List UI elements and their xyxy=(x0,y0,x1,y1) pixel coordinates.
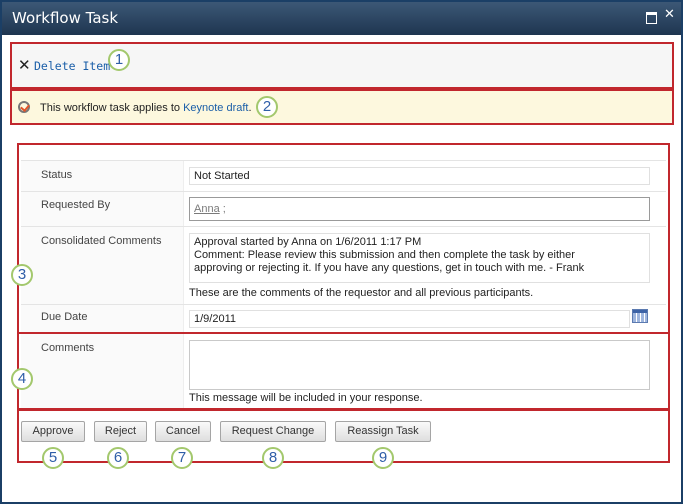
cancel-button[interactable]: Cancel xyxy=(155,421,211,442)
comments-row: Comments This message will be included i… xyxy=(21,334,666,408)
people-separator: ; xyxy=(222,203,226,215)
callout-3: 3 xyxy=(11,264,33,286)
requested-by-person[interactable]: Anna xyxy=(194,203,220,215)
x-icon[interactable]: ✕ xyxy=(18,56,31,74)
notice-text: This workflow task applies to Keynote dr… xyxy=(40,102,252,114)
requested-by-row: Requested By Anna ; xyxy=(21,191,666,226)
task-fields-section: Status Not Started Requested By Anna ; C… xyxy=(11,143,670,334)
title-bar: Workflow Task ✕ xyxy=(2,2,681,35)
due-date-row: Due Date 1/9/2011 xyxy=(21,304,666,333)
status-label: Status xyxy=(41,169,73,181)
consolidated-comments-row: Consolidated Comments Approval started b… xyxy=(21,226,666,304)
callout-4: 4 xyxy=(11,368,33,390)
callout-9: 9 xyxy=(372,447,394,469)
callout-2: 2 xyxy=(256,96,278,118)
workflow-task-icon xyxy=(18,101,30,113)
comment-line: Approval started by Anna on 1/6/2011 1:1… xyxy=(194,236,422,248)
notice-prefix: This workflow task applies to xyxy=(40,102,184,114)
delete-item-link[interactable]: Delete Item xyxy=(34,59,110,73)
approve-button[interactable]: Approve xyxy=(21,421,85,442)
callout-8: 8 xyxy=(262,447,284,469)
comment-line: approving or rejecting it. If you have a… xyxy=(194,262,585,274)
consolidated-comments-label: Consolidated Comments xyxy=(41,235,162,247)
workflow-notice: This workflow task applies to Keynote dr… xyxy=(10,89,674,125)
workflow-task-dialog: Workflow Task ✕ ✕ Delete Item 1 This wor… xyxy=(0,0,683,504)
maximize-icon[interactable] xyxy=(646,12,657,24)
callout-6: 6 xyxy=(107,447,129,469)
requested-by-label: Requested By xyxy=(41,199,111,211)
dialog-title: Workflow Task xyxy=(12,9,119,27)
dialog-content: ✕ Delete Item 1 This workflow task appli… xyxy=(2,35,681,502)
status-value: Not Started xyxy=(189,167,650,185)
reject-button[interactable]: Reject xyxy=(94,421,147,442)
consolidated-comments-box: Approval started by Anna on 1/6/2011 1:1… xyxy=(189,233,650,283)
comments-label: Comments xyxy=(41,342,95,354)
reassign-task-button[interactable]: Reassign Task xyxy=(335,421,431,442)
consolidated-comments-hint: These are the comments of the requestor … xyxy=(189,287,534,299)
notice-suffix: . xyxy=(248,102,252,114)
consolidated-comments-cell: Approval started by Anna on 1/6/2011 1:1… xyxy=(183,227,666,304)
due-date-input[interactable]: 1/9/2011 xyxy=(189,310,630,328)
calendar-icon[interactable] xyxy=(632,309,648,323)
requested-by-cell: Anna ; xyxy=(183,192,666,226)
close-icon[interactable]: ✕ xyxy=(664,7,675,22)
comments-section: Comments This message will be included i… xyxy=(11,332,670,410)
actions-section: Approve Reject Cancel Request Change Rea… xyxy=(17,409,670,469)
callout-7: 7 xyxy=(171,447,193,469)
callout-5: 5 xyxy=(42,447,64,469)
keynote-draft-link[interactable]: Keynote draft xyxy=(183,102,248,114)
comment-line: Comment: Please review this submission a… xyxy=(194,249,575,261)
comments-hint: This message will be included in your re… xyxy=(189,392,423,404)
request-change-button[interactable]: Request Change xyxy=(220,421,326,442)
status-row: Status Not Started xyxy=(21,160,666,191)
status-cell: Not Started xyxy=(183,161,666,191)
callout-1: 1 xyxy=(108,49,130,71)
ribbon-section: ✕ Delete Item 1 xyxy=(10,42,674,89)
requested-by-field[interactable]: Anna ; xyxy=(189,197,650,221)
due-date-label: Due Date xyxy=(41,311,88,323)
due-date-cell: 1/9/2011 xyxy=(183,305,666,333)
comments-cell: This message will be included in your re… xyxy=(183,334,666,408)
comments-textarea[interactable] xyxy=(189,340,650,390)
